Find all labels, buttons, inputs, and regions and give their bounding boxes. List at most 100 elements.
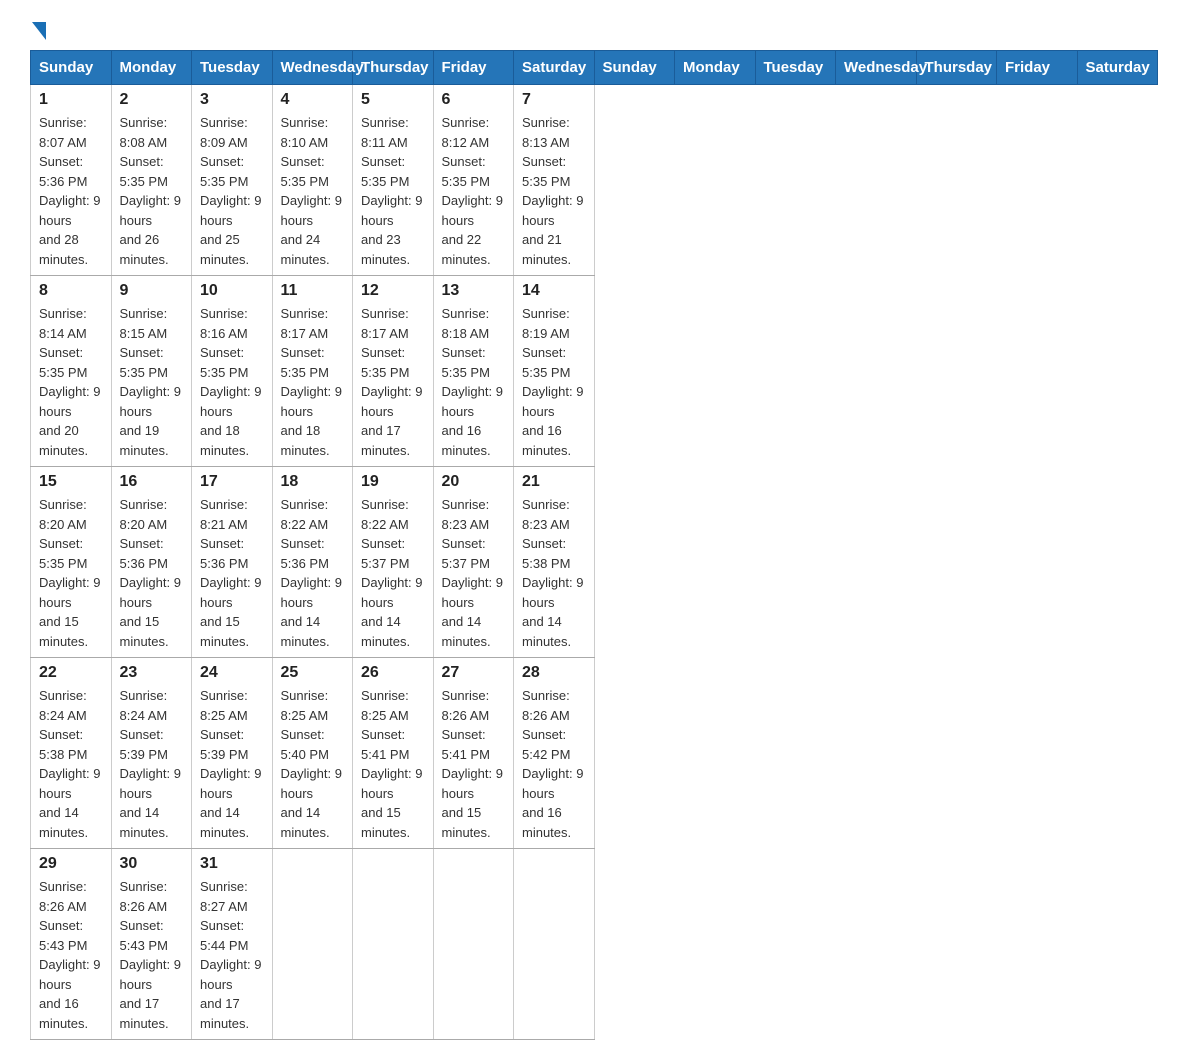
col-header-friday: Friday [997, 51, 1078, 85]
day-info: Sunrise: 8:18 AM Sunset: 5:35 PM Dayligh… [442, 304, 506, 460]
calendar-cell: 12 Sunrise: 8:17 AM Sunset: 5:35 PM Dayl… [353, 276, 434, 467]
header-wednesday: Wednesday [272, 51, 353, 85]
day-info: Sunrise: 8:25 AM Sunset: 5:39 PM Dayligh… [200, 686, 264, 842]
col-header-sunday: Sunday [594, 51, 675, 85]
logo-triangle-icon [32, 22, 46, 40]
day-number: 8 [39, 282, 103, 300]
col-header-wednesday: Wednesday [836, 51, 917, 85]
day-number: 21 [522, 473, 586, 491]
calendar-header-row: SundayMondayTuesdayWednesdayThursdayFrid… [31, 51, 1158, 85]
day-number: 31 [200, 855, 264, 873]
calendar-cell: 20 Sunrise: 8:23 AM Sunset: 5:37 PM Dayl… [433, 467, 514, 658]
calendar-cell: 6 Sunrise: 8:12 AM Sunset: 5:35 PM Dayli… [433, 85, 514, 276]
calendar-cell: 21 Sunrise: 8:23 AM Sunset: 5:38 PM Dayl… [514, 467, 595, 658]
day-info: Sunrise: 8:27 AM Sunset: 5:44 PM Dayligh… [200, 877, 264, 1033]
calendar-cell [514, 849, 595, 1040]
day-number: 28 [522, 664, 586, 682]
calendar-cell: 3 Sunrise: 8:09 AM Sunset: 5:35 PM Dayli… [192, 85, 273, 276]
day-info: Sunrise: 8:11 AM Sunset: 5:35 PM Dayligh… [361, 113, 425, 269]
day-number: 1 [39, 91, 103, 109]
day-number: 14 [522, 282, 586, 300]
header-sunday: Sunday [31, 51, 112, 85]
calendar-cell: 4 Sunrise: 8:10 AM Sunset: 5:35 PM Dayli… [272, 85, 353, 276]
col-header-tuesday: Tuesday [755, 51, 836, 85]
calendar-week-row: 1 Sunrise: 8:07 AM Sunset: 5:36 PM Dayli… [31, 85, 1158, 276]
day-number: 25 [281, 664, 345, 682]
header-monday: Monday [111, 51, 192, 85]
col-header-saturday: Saturday [1077, 51, 1158, 85]
day-info: Sunrise: 8:25 AM Sunset: 5:40 PM Dayligh… [281, 686, 345, 842]
page-header [30, 20, 1158, 32]
calendar-cell: 8 Sunrise: 8:14 AM Sunset: 5:35 PM Dayli… [31, 276, 112, 467]
calendar-week-row: 22 Sunrise: 8:24 AM Sunset: 5:38 PM Dayl… [31, 658, 1158, 849]
day-number: 11 [281, 282, 345, 300]
day-number: 15 [39, 473, 103, 491]
day-info: Sunrise: 8:22 AM Sunset: 5:36 PM Dayligh… [281, 495, 345, 651]
day-number: 12 [361, 282, 425, 300]
day-info: Sunrise: 8:09 AM Sunset: 5:35 PM Dayligh… [200, 113, 264, 269]
day-number: 2 [120, 91, 184, 109]
day-number: 22 [39, 664, 103, 682]
day-number: 17 [200, 473, 264, 491]
calendar-cell: 2 Sunrise: 8:08 AM Sunset: 5:35 PM Dayli… [111, 85, 192, 276]
calendar-week-row: 29 Sunrise: 8:26 AM Sunset: 5:43 PM Dayl… [31, 849, 1158, 1040]
header-tuesday: Tuesday [192, 51, 273, 85]
day-number: 4 [281, 91, 345, 109]
day-info: Sunrise: 8:17 AM Sunset: 5:35 PM Dayligh… [281, 304, 345, 460]
day-number: 13 [442, 282, 506, 300]
day-number: 9 [120, 282, 184, 300]
calendar-cell: 7 Sunrise: 8:13 AM Sunset: 5:35 PM Dayli… [514, 85, 595, 276]
calendar-cell: 9 Sunrise: 8:15 AM Sunset: 5:35 PM Dayli… [111, 276, 192, 467]
day-info: Sunrise: 8:24 AM Sunset: 5:38 PM Dayligh… [39, 686, 103, 842]
day-info: Sunrise: 8:20 AM Sunset: 5:35 PM Dayligh… [39, 495, 103, 651]
day-info: Sunrise: 8:13 AM Sunset: 5:35 PM Dayligh… [522, 113, 586, 269]
calendar-cell: 26 Sunrise: 8:25 AM Sunset: 5:41 PM Dayl… [353, 658, 434, 849]
calendar-cell [433, 849, 514, 1040]
day-number: 27 [442, 664, 506, 682]
calendar-cell: 22 Sunrise: 8:24 AM Sunset: 5:38 PM Dayl… [31, 658, 112, 849]
calendar-cell: 16 Sunrise: 8:20 AM Sunset: 5:36 PM Dayl… [111, 467, 192, 658]
calendar-week-row: 8 Sunrise: 8:14 AM Sunset: 5:35 PM Dayli… [31, 276, 1158, 467]
day-info: Sunrise: 8:23 AM Sunset: 5:37 PM Dayligh… [442, 495, 506, 651]
calendar-cell: 15 Sunrise: 8:20 AM Sunset: 5:35 PM Dayl… [31, 467, 112, 658]
day-number: 20 [442, 473, 506, 491]
calendar-cell: 19 Sunrise: 8:22 AM Sunset: 5:37 PM Dayl… [353, 467, 434, 658]
calendar-cell: 1 Sunrise: 8:07 AM Sunset: 5:36 PM Dayli… [31, 85, 112, 276]
calendar-cell: 11 Sunrise: 8:17 AM Sunset: 5:35 PM Dayl… [272, 276, 353, 467]
calendar-cell: 24 Sunrise: 8:25 AM Sunset: 5:39 PM Dayl… [192, 658, 273, 849]
calendar-cell: 5 Sunrise: 8:11 AM Sunset: 5:35 PM Dayli… [353, 85, 434, 276]
day-number: 23 [120, 664, 184, 682]
calendar-cell: 18 Sunrise: 8:22 AM Sunset: 5:36 PM Dayl… [272, 467, 353, 658]
day-number: 3 [200, 91, 264, 109]
day-number: 5 [361, 91, 425, 109]
day-info: Sunrise: 8:15 AM Sunset: 5:35 PM Dayligh… [120, 304, 184, 460]
calendar-cell: 29 Sunrise: 8:26 AM Sunset: 5:43 PM Dayl… [31, 849, 112, 1040]
calendar-cell: 30 Sunrise: 8:26 AM Sunset: 5:43 PM Dayl… [111, 849, 192, 1040]
day-info: Sunrise: 8:14 AM Sunset: 5:35 PM Dayligh… [39, 304, 103, 460]
day-info: Sunrise: 8:07 AM Sunset: 5:36 PM Dayligh… [39, 113, 103, 269]
day-number: 26 [361, 664, 425, 682]
day-info: Sunrise: 8:26 AM Sunset: 5:42 PM Dayligh… [522, 686, 586, 842]
calendar-cell: 31 Sunrise: 8:27 AM Sunset: 5:44 PM Dayl… [192, 849, 273, 1040]
calendar-cell [272, 849, 353, 1040]
header-thursday: Thursday [353, 51, 434, 85]
calendar-table: SundayMondayTuesdayWednesdayThursdayFrid… [30, 50, 1158, 1040]
day-info: Sunrise: 8:10 AM Sunset: 5:35 PM Dayligh… [281, 113, 345, 269]
calendar-cell: 28 Sunrise: 8:26 AM Sunset: 5:42 PM Dayl… [514, 658, 595, 849]
calendar-cell [353, 849, 434, 1040]
day-info: Sunrise: 8:21 AM Sunset: 5:36 PM Dayligh… [200, 495, 264, 651]
day-number: 18 [281, 473, 345, 491]
day-info: Sunrise: 8:26 AM Sunset: 5:41 PM Dayligh… [442, 686, 506, 842]
day-number: 6 [442, 91, 506, 109]
calendar-week-row: 15 Sunrise: 8:20 AM Sunset: 5:35 PM Dayl… [31, 467, 1158, 658]
day-info: Sunrise: 8:12 AM Sunset: 5:35 PM Dayligh… [442, 113, 506, 269]
day-info: Sunrise: 8:20 AM Sunset: 5:36 PM Dayligh… [120, 495, 184, 651]
calendar-cell: 13 Sunrise: 8:18 AM Sunset: 5:35 PM Dayl… [433, 276, 514, 467]
day-info: Sunrise: 8:24 AM Sunset: 5:39 PM Dayligh… [120, 686, 184, 842]
calendar-cell: 25 Sunrise: 8:25 AM Sunset: 5:40 PM Dayl… [272, 658, 353, 849]
day-number: 10 [200, 282, 264, 300]
calendar-cell: 14 Sunrise: 8:19 AM Sunset: 5:35 PM Dayl… [514, 276, 595, 467]
day-info: Sunrise: 8:23 AM Sunset: 5:38 PM Dayligh… [522, 495, 586, 651]
day-info: Sunrise: 8:19 AM Sunset: 5:35 PM Dayligh… [522, 304, 586, 460]
day-info: Sunrise: 8:08 AM Sunset: 5:35 PM Dayligh… [120, 113, 184, 269]
